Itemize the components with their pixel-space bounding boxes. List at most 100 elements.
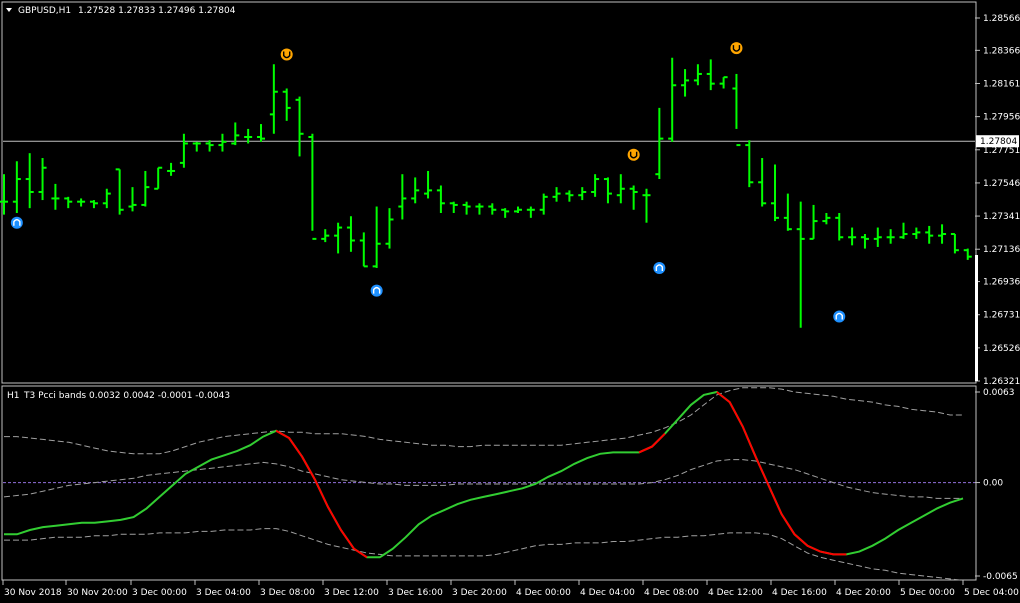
- ohlc-bar: [77, 198, 86, 207]
- ohlc-bar: [578, 187, 587, 201]
- ohlc-bar: [398, 174, 407, 220]
- indicator-values: 0.0032 0.0042 -0.0001 -0.0043: [89, 391, 230, 401]
- ohlc-bar: [475, 203, 484, 215]
- ohlc-bar: [128, 187, 137, 212]
- ohlc-bar: [488, 203, 497, 215]
- indicator-header: H1 T3 Pcci bands 0.0032 0.0042 -0.0001 -…: [7, 391, 230, 401]
- ohlc-bar: [321, 229, 330, 243]
- time-tick-label: 5 Dec 00:00: [900, 588, 955, 598]
- down-arrow-icon: [730, 42, 743, 55]
- price-tick-label: 1.28366: [983, 46, 1020, 56]
- ohlc-bar: [192, 141, 201, 152]
- time-tick-label: 5 Dec 04:00: [964, 588, 1019, 598]
- indicator-tick-label: -0.0065: [983, 572, 1018, 582]
- ohlc-bar: [732, 73, 741, 147]
- price-tick-label: 1.28566: [983, 14, 1020, 24]
- arrow-disc: [370, 284, 383, 297]
- ohlc-bar: [771, 164, 779, 222]
- pcci-down-segment: [275, 429, 368, 559]
- price-tick-label: 1.27751: [983, 146, 1020, 156]
- ohlc-bar: [822, 213, 831, 225]
- indicator-name: T3 Pcci bands: [23, 391, 86, 401]
- price-tick-label: 1.26731: [983, 311, 1020, 321]
- time-tick-label: 4 Dec 16:00: [772, 588, 827, 598]
- ohlc-bar: [655, 107, 664, 180]
- ohlc-bar: [282, 88, 291, 121]
- ohlc-bar: [51, 183, 60, 210]
- ohlc-bar: [693, 64, 702, 86]
- ohlc-bar: [681, 69, 690, 97]
- time-tick-label: 3 Dec 00:00: [132, 588, 187, 598]
- ohlc-bar: [154, 166, 163, 190]
- ohlc-bar: [912, 227, 921, 239]
- chart-menu-triangle-icon[interactable]: [6, 8, 12, 12]
- up-arrow-icon: [370, 284, 383, 297]
- ohlc-bar: [514, 206, 522, 214]
- ohlc-bar: [359, 232, 368, 268]
- ohlc-bar: [758, 158, 767, 207]
- ohlc-bar: [501, 208, 510, 218]
- ohlc-bar: [89, 200, 98, 209]
- time-tick-label: 30 Nov 20:00: [67, 588, 128, 598]
- ohlc-bar: [629, 185, 638, 210]
- ohlc-bar: [64, 196, 73, 209]
- ohlc-bar: [12, 161, 21, 214]
- ohlc-bar: [424, 170, 433, 199]
- ohlc-bar: [269, 64, 278, 134]
- ohlc-bar: [848, 227, 857, 246]
- arrow-disc: [10, 216, 23, 229]
- arrow-disc: [627, 148, 640, 161]
- time-tick-label: 4 Dec 12:00: [708, 588, 763, 598]
- lower-band-line: [4, 528, 964, 581]
- price-axis: 1.28566 1.28366 1.28161 1.27956 1.27751 1.275…: [975, 14, 1020, 387]
- price-tick-label: 1.27546: [983, 179, 1020, 189]
- symbol-timeframe: GBPUSD,H1: [18, 6, 71, 16]
- ohlc-bar: [179, 133, 188, 168]
- up-arrow-icon: [653, 261, 666, 274]
- ohlc-bar: [0, 174, 8, 215]
- time-axis: 30 Nov 2018 30 Nov 20:00 3 Dec 00:00 3 Dec …: [2, 580, 1019, 598]
- ohlc-bar: [257, 124, 265, 142]
- price-tick-label: 1.28161: [983, 79, 1020, 89]
- indicator-lines: [3, 387, 964, 581]
- pcci-down-segment: [716, 391, 847, 556]
- indicator-axis: 0.0063 0.00 -0.0065: [3, 388, 1018, 582]
- ohlc-bar: [719, 76, 728, 89]
- price-tick-label: 1.27956: [983, 113, 1020, 123]
- ohlc-bar: [462, 201, 471, 215]
- time-tick-label: 4 Dec 20:00: [836, 588, 891, 598]
- ohlc-bar: [115, 168, 124, 215]
- price-tick-label: 1.27341: [983, 212, 1020, 222]
- ohlc-bar: [809, 204, 818, 240]
- price-tag-label: 1.27804: [980, 137, 1017, 147]
- chart-shift-marker[interactable]: [975, 255, 978, 381]
- ohlc-bar: [925, 225, 934, 244]
- price-tick-label: 1.26321: [983, 377, 1020, 387]
- time-tick-label: 4 Dec 08:00: [644, 588, 699, 598]
- ohlc-bar: [346, 216, 355, 252]
- ohlc-bar: [295, 96, 304, 157]
- up-arrow-icon: [10, 216, 23, 229]
- pcci-down-segment: [638, 432, 666, 454]
- price-tick-label: 1.26526: [983, 344, 1020, 354]
- ohlc-readout: 1.27528 1.27833 1.27496 1.27804: [78, 6, 236, 16]
- main-chart-header: GBPUSD,H1 1.27528 1.27833 1.27496 1.2780…: [6, 6, 236, 16]
- time-tick-label: 3 Dec 08:00: [260, 588, 315, 598]
- ohlc-bar: [963, 248, 972, 260]
- ohlc-bar: [668, 57, 677, 142]
- ohlc-bar: [25, 153, 34, 209]
- time-tick-label: 4 Dec 04:00: [580, 588, 635, 598]
- ohlc-bar: [205, 140, 214, 152]
- ohlc-bar: [603, 177, 612, 204]
- ohlc-bar: [552, 187, 561, 202]
- ohlc-bar: [411, 177, 420, 204]
- ohlc-bar: [642, 188, 651, 223]
- ohlc-bar: [591, 174, 600, 197]
- ohlc-bars: [0, 57, 972, 328]
- ohlc-bar: [706, 59, 715, 91]
- arrow-disc: [833, 310, 846, 323]
- arrow-disc: [653, 261, 666, 274]
- ohlc-bar: [950, 233, 959, 254]
- down-arrow-icon: [280, 48, 293, 61]
- time-tick-label: 3 Dec 04:00: [196, 588, 251, 598]
